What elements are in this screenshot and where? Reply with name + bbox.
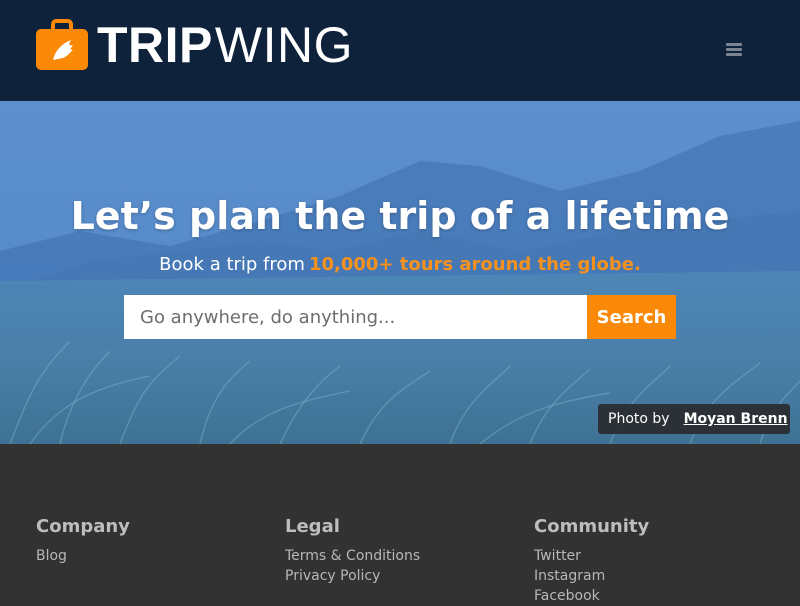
photo-credit-prefix: Photo by xyxy=(608,411,670,427)
brand-name-light: WING xyxy=(214,17,353,73)
footer-heading: Legal xyxy=(285,516,340,537)
footer-column-legal: Legal Terms & Conditions Privacy Policy xyxy=(285,518,420,586)
footer: Company Blog Legal Terms & Conditions Pr… xyxy=(0,444,800,604)
footer-column-company: Company Blog xyxy=(36,518,130,566)
hero-subtitle-prefix: Book a trip from xyxy=(159,254,305,275)
search-bar: Search xyxy=(124,295,676,339)
brand-wordmark: TRIPWING xyxy=(97,20,353,70)
footer-column-community: Community Twitter Instagram Facebook xyxy=(534,518,649,606)
footer-link-terms[interactable]: Terms & Conditions xyxy=(285,546,420,566)
hero-subtitle-highlight: 10,000+ tours around the globe. xyxy=(308,254,641,275)
hero-section: Let’s plan the trip of a lifetime Book a… xyxy=(0,101,800,444)
footer-link-facebook[interactable]: Facebook xyxy=(534,586,649,606)
hero-subtitle: Book a trip from 10,000+ tours around the… xyxy=(0,256,800,274)
photo-credit: Photo by Moyan Brenn xyxy=(598,404,790,434)
footer-link-privacy[interactable]: Privacy Policy xyxy=(285,566,420,586)
search-input[interactable] xyxy=(124,295,587,339)
hero-title: Let’s plan the trip of a lifetime xyxy=(70,194,730,238)
brand-logo[interactable]: TRIPWING xyxy=(35,18,353,72)
top-navbar: TRIPWING xyxy=(0,0,800,101)
brand-name-bold: TRIP xyxy=(97,17,213,73)
footer-link-blog[interactable]: Blog xyxy=(36,546,130,566)
hamburger-menu-icon[interactable] xyxy=(726,43,742,57)
footer-heading: Community xyxy=(534,516,650,537)
footer-heading: Company xyxy=(36,516,130,537)
suitcase-wing-icon xyxy=(36,19,88,70)
footer-link-twitter[interactable]: Twitter xyxy=(534,546,649,566)
photo-credit-author-link[interactable]: Moyan Brenn xyxy=(684,411,788,427)
search-button[interactable]: Search xyxy=(587,295,676,339)
footer-link-instagram[interactable]: Instagram xyxy=(534,566,649,586)
